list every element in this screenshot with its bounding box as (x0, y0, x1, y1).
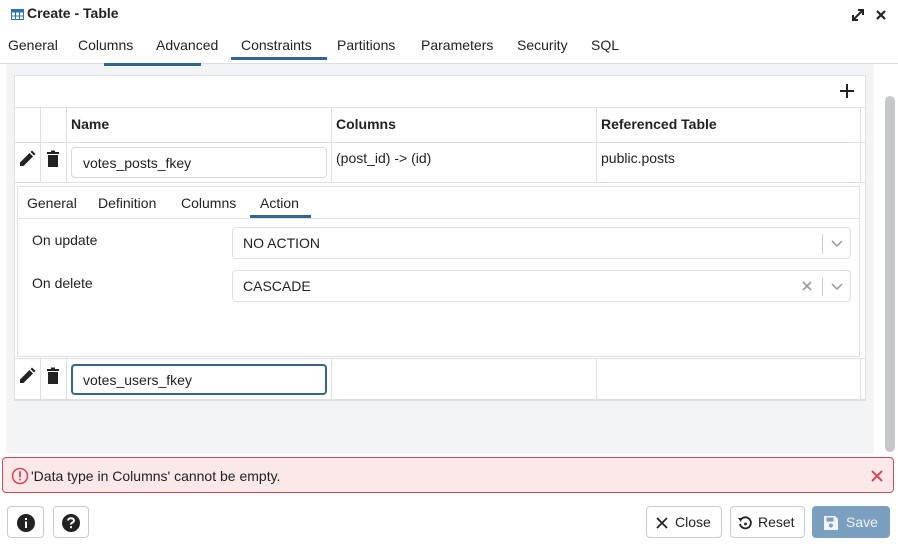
save-button-label: Save (846, 514, 878, 530)
on-update-select[interactable]: NO ACTION (232, 227, 851, 259)
tab-general[interactable]: General (8, 37, 58, 53)
detail-tabs-divider (18, 218, 859, 219)
select-separator (822, 235, 823, 253)
help-icon (62, 514, 80, 532)
dialog-titlebar: Create - Table (0, 0, 898, 30)
tab-columns[interactable]: Columns (78, 37, 133, 53)
on-update-label: On update (32, 232, 98, 248)
save-icon (824, 516, 838, 530)
tab-constraints[interactable]: Constraints (241, 37, 312, 53)
close-button[interactable]: Close (646, 506, 722, 538)
clear-icon[interactable] (800, 279, 814, 293)
table-icon (11, 9, 24, 20)
constraint-name-input[interactable] (71, 364, 327, 395)
scrollbar-thumb[interactable] (885, 96, 895, 452)
chevron-down-icon[interactable] (830, 279, 844, 293)
dialog-title: Create - Table (27, 5, 119, 21)
error-message-text: 'Data type in Columns' cannot be empty. (31, 468, 281, 484)
grid-divider (860, 358, 861, 400)
active-tab-indicator (231, 57, 327, 60)
detail-tab-definition[interactable]: Definition (98, 195, 156, 211)
tab-sql[interactable]: SQL (591, 37, 619, 53)
detail-active-tab-indicator (250, 215, 311, 218)
on-update-value: NO ACTION (243, 235, 321, 251)
header-referenced-table[interactable]: Referenced Table (601, 116, 717, 132)
chevron-down-icon[interactable] (830, 236, 844, 250)
tab-partitions[interactable]: Partitions (337, 37, 395, 53)
on-delete-select[interactable]: CASCADE (232, 270, 851, 302)
on-delete-label: On delete (32, 275, 93, 291)
constraint-columns-cell[interactable]: (post_id) -> (id) (336, 150, 431, 166)
reset-icon (738, 516, 752, 530)
detail-tab-columns[interactable]: Columns (181, 195, 236, 211)
grid-divider (331, 358, 332, 400)
save-button[interactable]: Save (812, 506, 890, 538)
plus-icon[interactable] (836, 80, 858, 102)
tab-parameters[interactable]: Parameters (421, 37, 493, 53)
grid-divider (66, 358, 67, 400)
detail-tab-general[interactable]: General (27, 195, 77, 211)
close-icon[interactable] (869, 468, 885, 484)
constraint-referenced-table-cell[interactable]: public.posts (601, 150, 675, 166)
error-message-bar: 'Data type in Columns' cannot be empty. (2, 457, 894, 493)
grid-divider (596, 358, 597, 400)
pencil-icon[interactable] (18, 367, 36, 385)
header-columns[interactable]: Columns (336, 116, 396, 132)
close-icon (656, 517, 668, 529)
reset-button-label: Reset (758, 514, 795, 530)
close-icon[interactable] (872, 6, 890, 24)
constraint-name-input[interactable] (71, 147, 327, 178)
trash-icon[interactable] (44, 150, 62, 168)
alert-circle-icon (11, 467, 29, 485)
expand-icon[interactable] (849, 6, 867, 24)
help-button[interactable] (53, 506, 89, 538)
on-delete-value: CASCADE (243, 278, 311, 294)
main-tabs: General Columns Advanced Constraints Par… (0, 30, 898, 64)
grid-divider (40, 358, 41, 400)
grid-header-row (15, 107, 865, 143)
select-separator (822, 278, 823, 296)
reset-button[interactable]: Reset (730, 506, 805, 538)
info-icon (17, 514, 35, 532)
trash-icon[interactable] (44, 367, 62, 385)
info-button[interactable] (7, 506, 44, 538)
tab-security[interactable]: Security (517, 37, 568, 53)
header-name[interactable]: Name (71, 116, 109, 132)
detail-tab-action[interactable]: Action (260, 195, 299, 211)
tab-advanced[interactable]: Advanced (156, 37, 218, 53)
pencil-icon[interactable] (18, 150, 36, 168)
close-button-label: Close (675, 514, 711, 530)
subtab-scroll-indicator (104, 63, 201, 66)
